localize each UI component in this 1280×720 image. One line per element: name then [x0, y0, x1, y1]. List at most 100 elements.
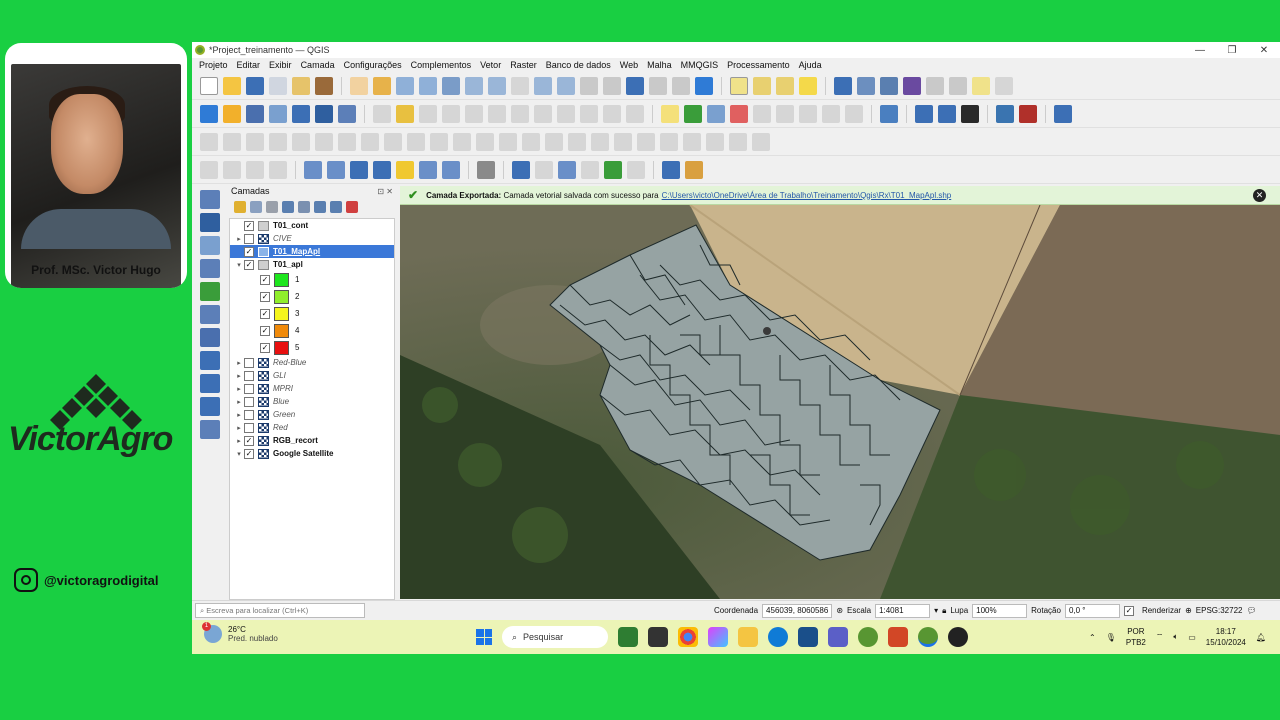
snapping-icon[interactable]	[512, 160, 530, 179]
layer-row[interactable]: ▸ Green	[230, 408, 394, 421]
show-bookmarks-icon[interactable]	[649, 76, 667, 95]
open-field-calculator-icon[interactable]	[926, 76, 944, 95]
message-close-icon[interactable]: ✕	[1253, 189, 1266, 202]
class-checkbox[interactable]: ✓	[260, 274, 270, 285]
menu-camada[interactable]: Camada	[301, 60, 335, 70]
new-project-icon[interactable]	[200, 76, 218, 95]
pointer-annotation-icon[interactable]	[327, 160, 345, 179]
expand-all-icon[interactable]	[314, 201, 326, 213]
copy-features-icon[interactable]	[557, 104, 575, 123]
menu-mmqgis[interactable]: MMQGIS	[681, 60, 719, 70]
save-project-icon[interactable]	[246, 76, 264, 95]
digitizing-7-icon[interactable]	[338, 132, 356, 151]
class-row[interactable]: ✓ 5	[230, 339, 394, 356]
pan-to-selection-icon[interactable]	[373, 76, 391, 95]
line-annotation-icon[interactable]	[373, 160, 391, 179]
digitizing-21-icon[interactable]	[660, 132, 678, 151]
current-edits-icon[interactable]	[373, 104, 391, 123]
layer-checkbox[interactable]	[244, 396, 254, 407]
layer-checkbox[interactable]	[244, 233, 254, 244]
layer-checkbox[interactable]: ✓	[244, 246, 254, 257]
zoom-last-icon[interactable]	[534, 76, 552, 95]
digitizing-25-icon[interactable]	[752, 132, 770, 151]
weather-widget[interactable]: 1 26°C Pred. nublado	[202, 622, 278, 643]
battery-icon[interactable]: ▭	[1188, 633, 1196, 642]
add-mesh-icon[interactable]	[292, 104, 310, 123]
powerpoint-icon[interactable]	[888, 627, 908, 647]
tools-wrench-icon[interactable]	[685, 160, 703, 179]
expand-toggle[interactable]: ▸	[234, 437, 244, 445]
toggle-editing-pencil-icon[interactable]	[396, 104, 414, 123]
digitize-icon[interactable]	[442, 104, 460, 123]
class-checkbox[interactable]: ✓	[260, 308, 270, 319]
scale-field[interactable]: 1:4081	[875, 603, 931, 618]
modify-attributes-icon[interactable]	[488, 104, 506, 123]
rotation-field[interactable]: 0,0 °	[1064, 603, 1120, 618]
locator-search-input[interactable]: ⌕ Escreva para localizar (Ctrl+K)	[195, 603, 365, 618]
digitizing-8-icon[interactable]	[361, 132, 379, 151]
layer-checkbox[interactable]: ✓	[244, 435, 254, 446]
layer-row[interactable]: ▸ Red	[230, 421, 394, 434]
annotation-2-icon[interactable]	[223, 160, 241, 179]
zoom-in-icon[interactable]	[396, 76, 414, 95]
menu-ajuda[interactable]: Ajuda	[799, 60, 822, 70]
qgis-taskbar-icon[interactable]	[858, 627, 878, 647]
copilot-icon[interactable]	[708, 627, 728, 647]
file-explorer-icon[interactable]	[738, 627, 758, 647]
layer-checkbox[interactable]	[244, 357, 254, 368]
web-search-icon[interactable]	[938, 104, 956, 123]
layer-row[interactable]: ▾ ✓ Google Satellite	[230, 447, 394, 460]
expand-toggle[interactable]: ▸	[234, 372, 244, 380]
class-checkbox[interactable]: ✓	[260, 291, 270, 302]
digitizing-11-icon[interactable]	[430, 132, 448, 151]
vertex-tool-icon[interactable]	[465, 104, 483, 123]
digitizing-9-icon[interactable]	[384, 132, 402, 151]
pan-hand-icon[interactable]	[350, 76, 368, 95]
expand-toggle[interactable]: ▸	[234, 411, 244, 419]
quickmapservices-icon[interactable]	[961, 104, 979, 123]
class-row[interactable]: ✓ 4	[230, 322, 394, 339]
show-hide-labels-icon[interactable]	[822, 104, 840, 123]
volume-icon[interactable]: 🔈︎	[1173, 632, 1178, 642]
menu-projeto[interactable]: Projeto	[199, 60, 228, 70]
digitizing-6-icon[interactable]	[315, 132, 333, 151]
remove-layer-icon[interactable]	[346, 201, 358, 213]
manage-map-themes-icon[interactable]	[266, 201, 278, 213]
clock[interactable]: 18:17 15/10/2024	[1206, 626, 1246, 648]
store-icon[interactable]	[798, 627, 818, 647]
filter-legend-icon[interactable]	[282, 201, 294, 213]
class-row[interactable]: ✓ 3	[230, 305, 394, 322]
map-tips-icon[interactable]	[972, 76, 990, 95]
nodes-annotation-icon[interactable]	[442, 160, 460, 179]
menu-processamento[interactable]: Processamento	[727, 60, 790, 70]
add-wcs-layer-icon[interactable]	[200, 397, 220, 416]
magnifier-field[interactable]: 100%	[972, 603, 1028, 618]
digitizing-17-icon[interactable]	[568, 132, 586, 151]
menu-banco-de-dados[interactable]: Banco de dados	[546, 60, 611, 70]
select-features-icon[interactable]	[730, 76, 748, 95]
expand-toggle[interactable]: ▾	[234, 261, 244, 269]
rotate-label-icon[interactable]	[776, 104, 794, 123]
digitizing-20-icon[interactable]	[637, 132, 655, 151]
digitizing-13-icon[interactable]	[476, 132, 494, 151]
coordinate-toggle-icon[interactable]: ⊛	[836, 606, 843, 615]
add-virtual-layer-icon[interactable]	[200, 328, 220, 347]
measure-icon[interactable]	[627, 160, 645, 179]
microphone-icon[interactable]: 🎙︎	[1106, 633, 1116, 642]
class-row[interactable]: ✓ 2	[230, 288, 394, 305]
locate-icon[interactable]	[995, 76, 1013, 95]
star-annotation-icon[interactable]	[396, 160, 414, 179]
lock-icon[interactable]: 🔒︎	[942, 606, 946, 616]
notification-bell-icon[interactable]: 🔔︎	[1256, 633, 1266, 642]
text-box-icon[interactable]	[477, 160, 495, 179]
menu-malha[interactable]: Malha	[647, 60, 672, 70]
class-checkbox[interactable]: ✓	[260, 342, 270, 353]
polygon-annotation-icon[interactable]	[350, 160, 368, 179]
python-console-icon[interactable]	[996, 104, 1014, 123]
menu-web[interactable]: Web	[620, 60, 638, 70]
menu-raster[interactable]: Raster	[510, 60, 537, 70]
taskbar-search[interactable]: ⌕ Pesquisar	[502, 626, 608, 648]
snap-misc-icon[interactable]	[535, 160, 553, 179]
layer-row[interactable]: ▸ CIVE	[230, 232, 394, 245]
chrome-icon[interactable]	[678, 627, 698, 647]
